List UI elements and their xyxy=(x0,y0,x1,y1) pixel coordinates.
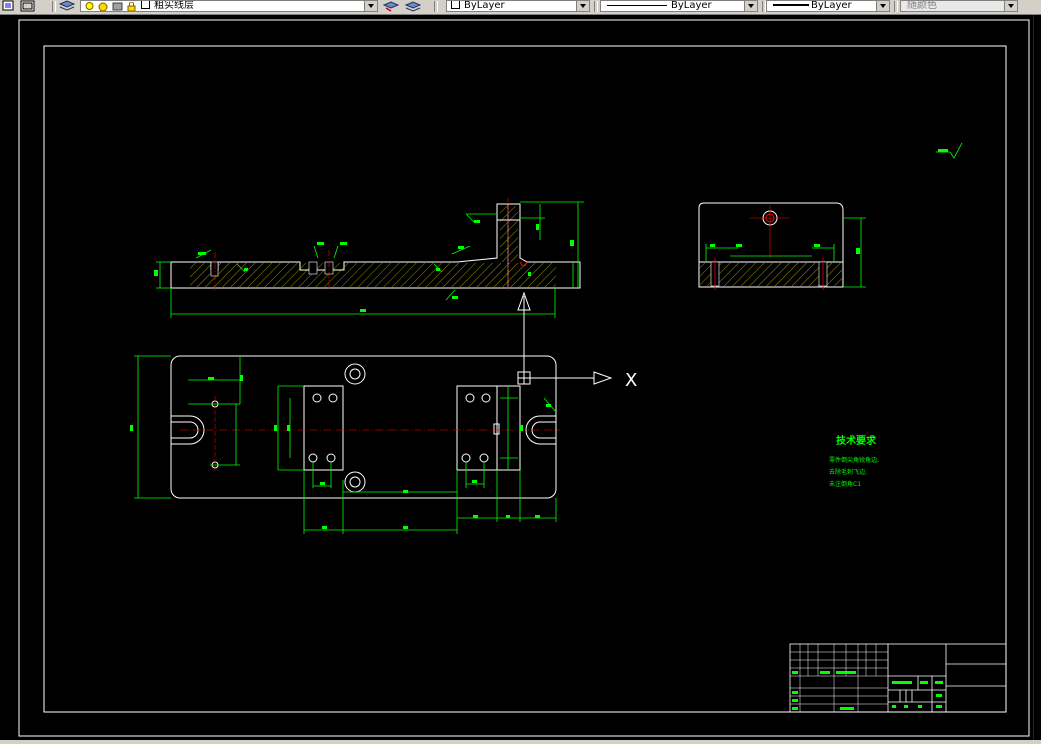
side-section-view xyxy=(698,202,866,290)
tech-requirement-line: 零件倒尖角锐角边, xyxy=(829,456,879,464)
plan-dimensions xyxy=(134,355,557,534)
base-hatch xyxy=(190,263,556,287)
front-section-view xyxy=(154,198,584,318)
post-hatch xyxy=(500,206,518,262)
plotstyle-dropdown-arrow-icon xyxy=(1004,1,1017,11)
lineweight-control-dropdown[interactable]: ByLayer xyxy=(766,0,890,12)
make-object-layer-current-icon[interactable] xyxy=(382,0,400,12)
layer-name: 粗实线层 xyxy=(154,0,194,11)
lineweight-control-value: ByLayer xyxy=(811,0,852,11)
locating-pins xyxy=(344,363,500,493)
top-plan-view xyxy=(130,355,560,534)
layers-manager-icon[interactable] xyxy=(20,0,36,12)
layer-freeze-sun-icon xyxy=(98,2,108,11)
right-support-block xyxy=(456,385,498,471)
tech-requirement-line: 未注倒角C1 xyxy=(829,480,861,488)
lineweight-sample-line xyxy=(773,4,809,6)
tech-requirements-title: 技术要求 xyxy=(836,434,877,447)
post-footprint xyxy=(496,385,521,471)
title-block xyxy=(789,643,1007,713)
drawing-canvas[interactable]: X 技术要求 零件倒尖角锐角边, 去除毛刺飞边, 未注倒角C1 xyxy=(0,15,1041,739)
linetype-control-value: ByLayer xyxy=(671,0,712,11)
counterbore-mid-1 xyxy=(308,261,318,275)
layer-on-bulb-icon xyxy=(85,2,94,10)
side-view-dim-text xyxy=(710,244,860,254)
layer-dropdown-arrow-icon[interactable] xyxy=(364,1,377,11)
layer-control-dropdown[interactable]: 粗实线层 xyxy=(80,0,378,12)
color-dropdown-arrow-icon[interactable] xyxy=(576,1,589,11)
color-control-value: ByLayer xyxy=(464,0,505,11)
properties-toolbar: 粗实线层 ByLayer ByLayer ByLayer 随颜色 xyxy=(0,0,1041,15)
ucs-icon xyxy=(517,291,613,385)
layer-lock-icon xyxy=(127,2,136,11)
layer-previous-icon[interactable] xyxy=(404,0,422,12)
bottom-status-edge xyxy=(0,740,1041,744)
layer-state-icon[interactable] xyxy=(2,0,16,12)
plotstyle-control-dropdown: 随颜色 xyxy=(900,0,1018,12)
layer-stack-icon[interactable] xyxy=(58,0,76,12)
plan-dim-text xyxy=(130,375,551,529)
color-swatch xyxy=(451,1,460,9)
vertical-scroll-region xyxy=(1033,15,1041,740)
plotstyle-control-value: 随颜色 xyxy=(907,0,937,11)
lineweight-dropdown-arrow-icon[interactable] xyxy=(876,1,889,11)
plan-holes xyxy=(211,393,491,469)
layer-viewport-icon xyxy=(112,2,123,11)
linetype-dropdown-arrow-icon[interactable] xyxy=(744,1,757,11)
linetype-control-dropdown[interactable]: ByLayer xyxy=(600,0,758,12)
inner-drawing-frame xyxy=(43,45,1007,713)
tech-requirement-line: 去除毛刺飞边, xyxy=(829,468,867,476)
linetype-sample-line xyxy=(607,5,667,6)
counterbore-left xyxy=(210,261,219,277)
ucs-x-axis-label: X xyxy=(625,370,637,391)
color-control-dropdown[interactable]: ByLayer xyxy=(446,0,590,12)
layer-color-swatch xyxy=(141,1,150,9)
surface-roughness-symbol xyxy=(936,142,963,159)
